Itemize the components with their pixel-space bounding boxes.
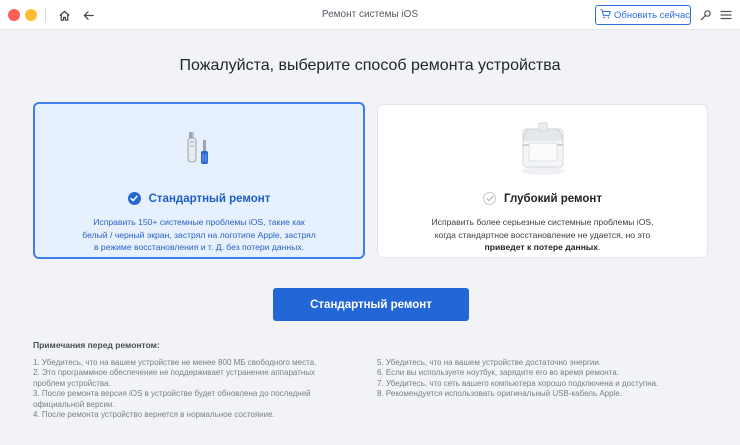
page-heading: Пожалуйста, выберите способ ремонта устр… — [179, 57, 561, 74]
standard-repair-title: Стандартный ремонт — [148, 192, 271, 205]
description-line: белый / черный экран, застрял на логотип… — [82, 229, 316, 240]
repair-tools-icon — [177, 126, 221, 175]
divider — [45, 8, 46, 22]
deep-repair-card[interactable]: Глубокий ремонт Исправить более серьезны… — [377, 104, 708, 258]
description-line: в режиме восстановления и т. Д. без поте… — [93, 242, 305, 252]
standard-repair-description: Исправить 150+ системные проблемы iOS, т… — [55, 216, 343, 254]
note-item: 2. Это программное обеспечение не поддер… — [33, 368, 316, 378]
note-item: 7. Убедитесь, что сеть вашего компьютера… — [377, 378, 659, 388]
notes-title: Примечания перед ремонтом: — [33, 340, 160, 350]
deep-repair-title-row: Глубокий ремонт — [378, 192, 707, 205]
back-arrow-icon[interactable] — [79, 6, 97, 24]
description-end: . — [598, 242, 601, 252]
note-item: 3. После ремонта версия iOS в устройстве… — [33, 389, 311, 399]
description-line: когда стандартное восстановление не удае… — [434, 229, 651, 240]
data-loss-warning: приведет к потере данных — [484, 242, 599, 252]
notes-right-column: 5. Убедитесь, что на вашем устройстве до… — [377, 358, 707, 400]
note-item: 8. Рекомендуется использовать оригинальн… — [377, 389, 623, 399]
deep-repair-description: Исправить более серьезные системные проб… — [398, 216, 687, 254]
description-line: Исправить 150+ системные проблемы iOS, т… — [93, 217, 305, 227]
note-item: официальной версии. — [33, 399, 115, 409]
description-line: Исправить более серьезные системные проб… — [431, 217, 654, 227]
note-item: 1. Убедитесь, что на вашем устройстве не… — [33, 358, 317, 367]
search-key-icon[interactable] — [697, 6, 715, 24]
deep-repair-device-icon — [515, 119, 571, 182]
deep-repair-title: Глубокий ремонт — [504, 192, 602, 205]
selected-check-icon — [127, 192, 141, 205]
standard-repair-button[interactable]: Стандартный ремонт — [273, 288, 469, 321]
title-bar: Ремонт системы iOS Обновить сейчас — [0, 0, 740, 30]
close-window-button[interactable] — [8, 9, 20, 21]
minimize-window-button[interactable] — [25, 9, 37, 21]
note-item: 6. Если вы используете ноутбук, зарядите… — [377, 368, 619, 378]
standard-repair-title-row: Стандартный ремонт — [35, 192, 363, 205]
update-now-label: Обновить сейчас — [614, 9, 690, 21]
home-icon[interactable] — [55, 6, 73, 24]
menu-icon[interactable] — [717, 6, 735, 24]
note-item: 5. Убедитесь, что на вашем устройстве до… — [377, 358, 602, 367]
description-line: приведет к потере данных. — [398, 241, 687, 254]
update-now-button[interactable]: Обновить сейчас — [595, 5, 691, 25]
unselected-check-icon — [483, 192, 497, 205]
notes-left-column: 1. Убедитесь, что на вашем устройстве не… — [33, 358, 363, 420]
standard-repair-card[interactable]: Стандартный ремонт Исправить 150+ систем… — [33, 102, 365, 259]
note-item: проблем устройства. — [33, 378, 111, 388]
note-item: 4. После ремонта устройство вернется в н… — [33, 410, 275, 420]
cart-icon — [600, 8, 611, 22]
